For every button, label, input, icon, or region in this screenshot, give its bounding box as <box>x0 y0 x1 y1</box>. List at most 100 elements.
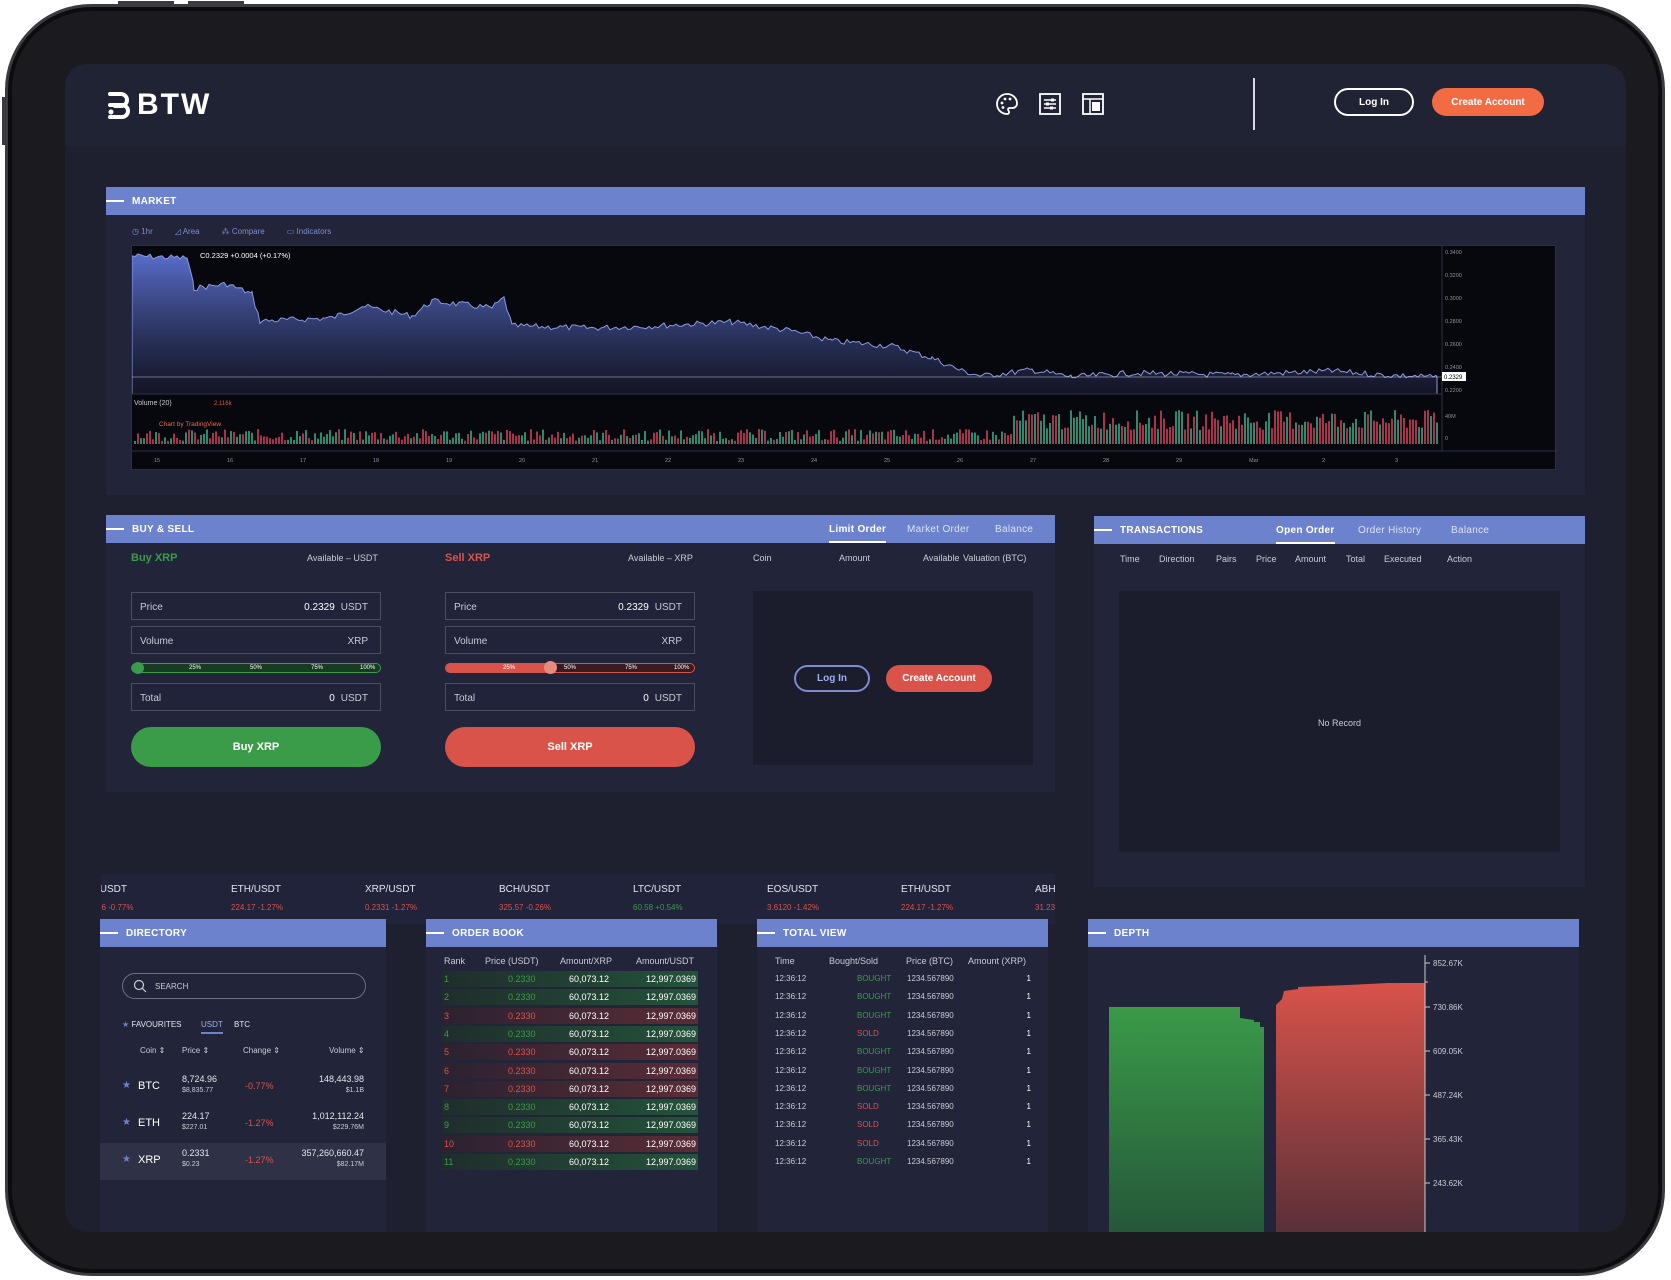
volume-bar <box>1004 433 1006 444</box>
volume-change: 2.116k <box>214 401 233 407</box>
tab-balance[interactable]: Balance <box>995 515 1033 543</box>
sell-price-field[interactable]: Price 0.2329 USDT <box>445 592 695 620</box>
directory-search-input[interactable]: SEARCH <box>122 973 366 999</box>
total-view-row: 12:36:12 BOUGHT 1234.567890 1 <box>775 971 1033 987</box>
price-tick: 0.3400 <box>1445 250 1462 256</box>
ticker-item[interactable]: XRP/USDT 0.2331 -1.27% <box>365 884 417 912</box>
dir-col-volume[interactable]: Volume ⇕ <box>329 1046 365 1055</box>
volume-bar <box>1265 421 1267 444</box>
volume-bar <box>1325 422 1327 444</box>
order-book-row[interactable]: 2 0.2330 60,073.12 12,997.0369 <box>442 989 698 1006</box>
ticker-item[interactable]: ETH/USDT 224.17 -1.27% <box>231 884 283 912</box>
tab-btc[interactable]: BTC <box>234 1020 250 1029</box>
sell-slider-mark-50[interactable]: 50% <box>564 665 576 671</box>
buy-volume-slider[interactable]: 25% 50% 75% 100% <box>131 662 381 674</box>
sliders-icon[interactable] <box>1038 92 1062 116</box>
sell-total-field[interactable]: Total 0 USDT <box>445 683 695 711</box>
tv-side: BOUGHT <box>857 1010 892 1020</box>
order-book-row[interactable]: 8 0.2330 60,073.12 12,997.0369 <box>442 1099 698 1116</box>
volume-bar <box>401 439 403 444</box>
dir-col-coin[interactable]: Coin ⇕ <box>140 1046 165 1055</box>
ticker-item[interactable]: ABH/31.23 <box>1035 884 1055 912</box>
buy-slider-handle[interactable] <box>132 662 144 674</box>
volume-bar <box>809 436 811 444</box>
palette-icon[interactable] <box>995 92 1019 116</box>
directory-row[interactable]: ★ ETH 224.17 $227.01 -1.27% 1,012,112.24 $229.… <box>100 1106 386 1143</box>
interval-button[interactable]: ◷ 1hr <box>132 227 153 236</box>
buy-slider-mark-100[interactable]: 100% <box>360 665 375 671</box>
volume-bar <box>1124 426 1126 444</box>
sell-slider-mark-75[interactable]: 75% <box>625 665 637 671</box>
buy-price-field[interactable]: Price 0.2329 USDT <box>131 592 381 620</box>
order-book-row[interactable]: 6 0.2330 60,073.12 12,997.0369 <box>442 1062 698 1079</box>
order-book-row[interactable]: 10 0.2330 60,073.12 12,997.0369 <box>442 1135 698 1152</box>
sell-volume-field[interactable]: Volume XRP <box>445 626 695 654</box>
dir-col-price[interactable]: Price ⇕ <box>182 1046 209 1055</box>
ticker-item[interactable]: BCH/USDT 325.57 -0.26% <box>499 884 551 912</box>
tab-tx-balance[interactable]: Balance <box>1451 516 1489 544</box>
volume-bar <box>1145 424 1147 444</box>
order-book-row[interactable]: 4 0.2330 60,073.12 12,997.0369 <box>442 1025 698 1042</box>
tx-col-price: Price <box>1256 554 1277 564</box>
compare-button[interactable]: ⁂ Compare <box>222 227 265 236</box>
balance-create-account-button[interactable]: Create Account <box>886 665 992 692</box>
volume-bar <box>1409 419 1411 444</box>
order-book-row[interactable]: 7 0.2330 60,073.12 12,997.0369 <box>442 1080 698 1097</box>
sell-volume-slider[interactable]: 25% 50% 75% 100% <box>445 661 695 674</box>
layout-icon[interactable] <box>1081 92 1105 116</box>
order-book-row[interactable]: 11 0.2330 60,073.12 12,997.0369 <box>442 1154 698 1170</box>
sell-slider-handle[interactable] <box>544 661 557 674</box>
ticker-item[interactable]: ETH/USDT 224.17 -1.27% <box>901 884 953 912</box>
balance-col-available: Available <box>923 553 960 563</box>
volume-bar <box>152 439 154 444</box>
favourite-star-icon[interactable]: ★ <box>122 1080 131 1091</box>
volume-bar <box>950 438 952 444</box>
tab-limit-order[interactable]: Limit Order <box>829 515 887 543</box>
volume-bar <box>698 430 700 444</box>
dir-col-change[interactable]: Change ⇕ <box>243 1046 280 1055</box>
price-chart[interactable]: 0.3400 0.3200 0.3000 0.2800 0.2600 0.2400 0.22… <box>131 245 1557 470</box>
volume-bar <box>551 434 553 444</box>
buy-volume-field[interactable]: Volume XRP <box>131 626 381 654</box>
ticker-item[interactable]: EOS/USDT 3.6120 -1.42% <box>767 884 819 912</box>
sell-slider-mark-25[interactable]: 25% <box>503 665 515 671</box>
sell-button[interactable]: Sell XRP <box>445 727 695 767</box>
balance-login-button[interactable]: Log In <box>794 665 870 692</box>
order-book-row[interactable]: 1 0.2330 60,073.12 12,997.0369 <box>442 971 698 987</box>
order-book-row[interactable]: 5 0.2330 60,073.12 12,997.0369 <box>442 1044 698 1061</box>
buy-slider-mark-25[interactable]: 25% <box>189 665 201 671</box>
favourite-star-icon[interactable]: ★ <box>122 1154 131 1165</box>
ticker-item[interactable]: BTC/USDT 8724.96 -0.77% <box>101 884 134 912</box>
buy-slider-mark-75[interactable]: 75% <box>311 665 323 671</box>
directory-row[interactable]: ★ BTC 8,724.96 $8,835.77 -0.77% 148,443.98 $1.… <box>100 1069 386 1106</box>
tab-market-order[interactable]: Market Order <box>907 515 970 543</box>
volume-bar <box>1424 410 1426 444</box>
ticker-item[interactable]: LTC/USDT 60.58 +0.54% <box>633 884 683 912</box>
date-tick: 24 <box>811 458 817 464</box>
volume-bar <box>893 429 895 444</box>
sell-slider-mark-100[interactable]: 100% <box>674 665 689 671</box>
ticker-pair: BTC/USDT <box>101 884 127 895</box>
header-login-button[interactable]: Log In <box>1334 88 1414 116</box>
ticker-pair: LTC/USDT <box>633 884 682 895</box>
directory-row[interactable]: ★ XRP 0.2331 $0.23 -1.27% 357,260,660.47 $82.1… <box>100 1143 386 1180</box>
volume-bar <box>1085 415 1087 444</box>
total-view-row: 12:36:12 SOLD 1234.567890 1 <box>775 1136 1033 1152</box>
brand-logo[interactable]: BTW <box>107 88 211 122</box>
indicators-button[interactable]: ▭ Indicators <box>287 227 331 236</box>
order-book-row[interactable]: 9 0.2330 60,073.12 12,997.0369 <box>442 1117 698 1134</box>
tab-usdt[interactable]: USDT <box>201 1020 223 1034</box>
tab-open-order[interactable]: Open Order <box>1276 516 1335 544</box>
volume-bar <box>1295 422 1297 444</box>
depth-chart[interactable]: 852.67K 730.86K 609.05K 487.24K 365.43K 243.6… <box>1088 947 1579 1232</box>
tab-favourites[interactable]: ★ FAVOURITES <box>122 1020 182 1029</box>
favourite-star-icon[interactable]: ★ <box>122 1117 131 1128</box>
tab-order-history[interactable]: Order History <box>1358 516 1421 544</box>
volume-bar <box>593 430 595 444</box>
header-create-account-button[interactable]: Create Account <box>1432 88 1544 116</box>
buy-slider-mark-50[interactable]: 50% <box>250 665 262 671</box>
buy-total-field[interactable]: Total 0 USDT <box>131 683 381 711</box>
order-book-row[interactable]: 3 0.2330 60,073.12 12,997.0369 <box>442 1007 698 1024</box>
area-button[interactable]: ◿ Area <box>175 227 200 236</box>
buy-button[interactable]: Buy XRP <box>131 727 381 767</box>
